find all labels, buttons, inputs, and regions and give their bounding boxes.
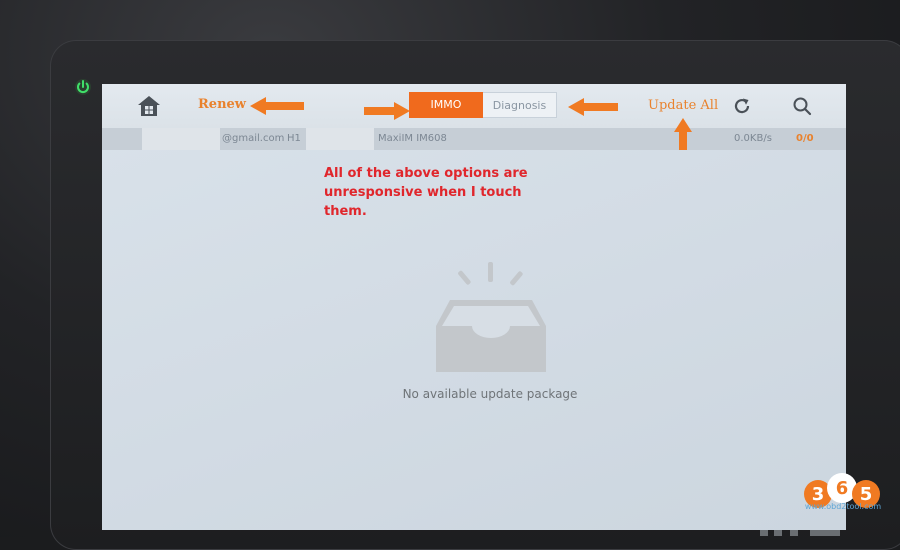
update-all-button[interactable]: Update All	[648, 98, 718, 113]
tablet-device: Renew IMMO Diagnosis Update All @gmail.c…	[0, 0, 900, 550]
tab-immo[interactable]: IMMO	[409, 92, 483, 118]
power-icon[interactable]	[74, 78, 92, 96]
redacted-email-box	[142, 128, 220, 150]
status-bar-icons	[760, 530, 840, 536]
logo-digit-6: 6	[836, 478, 849, 499]
category-tabs: IMMO Diagnosis	[409, 92, 557, 118]
refresh-icon[interactable]	[732, 96, 752, 116]
device-serial: H1	[287, 133, 301, 144]
search-icon[interactable]	[792, 96, 812, 116]
annotation-line-2: unresponsive when I touch them.	[324, 185, 522, 219]
empty-inbox-icon	[436, 262, 546, 372]
annotation-line-1: All of the above options are	[324, 166, 528, 181]
tab-diagnosis[interactable]: Diagnosis	[483, 92, 557, 118]
annotation-note: All of the above options are unresponsiv…	[324, 164, 564, 221]
account-email: @gmail.com	[222, 133, 285, 144]
update-count: 0/0	[796, 133, 814, 144]
device-model: MaxiIM IM608	[378, 133, 447, 144]
download-speed: 0.0KB/s	[734, 133, 772, 144]
update-screen: Renew IMMO Diagnosis Update All @gmail.c…	[102, 84, 846, 530]
account-info-strip: @gmail.com H1 MaxiIM IM608 0.0KB/s 0/0	[102, 128, 846, 150]
arrow-to-diagnosis-icon	[568, 98, 618, 116]
home-icon[interactable]	[136, 94, 162, 118]
arrow-to-renew-icon	[250, 97, 304, 115]
top-toolbar: Renew IMMO Diagnosis Update All	[102, 84, 846, 128]
arrow-to-update-all-icon	[674, 118, 692, 150]
renew-button[interactable]: Renew	[198, 97, 246, 112]
arrow-to-immo-icon	[364, 102, 410, 120]
empty-state-message: No available update package	[402, 387, 578, 401]
logo-site-text: www.obd2tool.com	[804, 502, 882, 511]
redacted-serial-box	[306, 128, 374, 150]
